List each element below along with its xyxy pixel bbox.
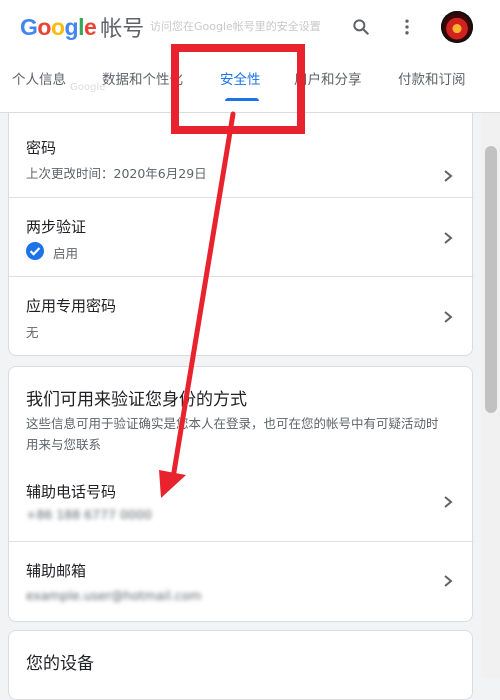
chevron-right-icon [444, 311, 453, 323]
password-last-changed: 上次更改时间：2020年6月29日 [26, 166, 207, 181]
your-devices-card: 您的设备 [8, 630, 473, 700]
app-passwords-value: 无 [26, 325, 39, 340]
two-step-verification-row[interactable]: 两步验证 启用 [9, 198, 474, 276]
search-icon[interactable] [346, 12, 376, 42]
recovery-phone-row[interactable]: 辅助电话号码 +86 188 6777 0000 [9, 463, 474, 541]
recovery-phone-value: +86 188 6777 0000 [26, 507, 152, 522]
chevron-right-icon [444, 575, 453, 587]
app-passwords-row[interactable]: 应用专用密码 无 [9, 277, 474, 355]
chevron-right-icon [444, 496, 453, 508]
verification-section-description: 这些信息可用于验证确实是您本人在登录，也可在您的帐号中有可疑活动时用来与您联系 [26, 416, 439, 452]
recovery-email-value: example.user@hotmail.com [26, 588, 202, 603]
scrollbar-thumb[interactable] [485, 146, 497, 413]
faded-banner-text: 访问您在Google帐号里的安全设置 [150, 20, 321, 33]
google-account-logo[interactable]: Google 帐号 [20, 10, 144, 44]
security-signin-card: 密码 上次更改时间：2020年6月29日 两步验证 启用 应用专用密码 无 [8, 100, 474, 356]
check-circle-icon [26, 242, 44, 260]
password-title: 密码 [26, 139, 57, 157]
annotation-highlight-box [171, 44, 305, 134]
chevron-right-icon [444, 170, 453, 182]
more-vert-icon[interactable] [392, 12, 422, 42]
chevron-right-icon [444, 232, 453, 244]
tab-payments-subscriptions[interactable]: 付款和订阅 [398, 58, 466, 110]
two-step-title: 两步验证 [26, 218, 87, 236]
avatar[interactable] [441, 11, 473, 43]
app-passwords-title: 应用专用密码 [26, 297, 117, 315]
verification-methods-card: 我们可用来验证您身份的方式 这些信息可用于验证确实是您本人在登录，也可在您的帐号… [8, 366, 474, 622]
product-name: 帐号 [100, 17, 145, 42]
tab-personal-info[interactable]: 个人信息 [12, 58, 66, 110]
tab-ghost-text: Google [70, 82, 106, 93]
devices-section-title: 您的设备 [26, 654, 94, 674]
recovery-phone-title: 辅助电话号码 [26, 483, 117, 501]
recovery-email-row[interactable]: 辅助邮箱 example.user@hotmail.com [9, 542, 474, 620]
verification-section-title: 我们可用来验证您身份的方式 [26, 390, 247, 410]
two-step-status: 启用 [53, 246, 79, 261]
google-logo-text: Google [20, 13, 97, 40]
recovery-email-title: 辅助邮箱 [26, 562, 87, 580]
